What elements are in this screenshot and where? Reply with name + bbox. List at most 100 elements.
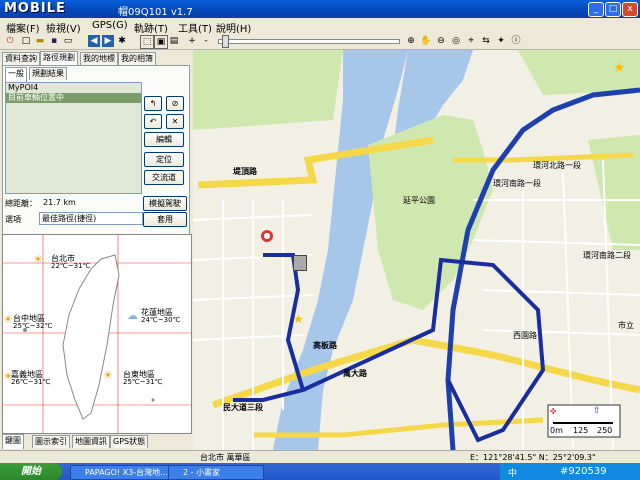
menu-view[interactable]: 檢視(V)	[46, 20, 81, 35]
route-option-select[interactable]: 最佳路徑(捷徑)	[39, 212, 143, 225]
map-canvas	[193, 50, 640, 450]
star-icon: ★	[613, 60, 626, 76]
tab-legend[interactable]: 鍵圖	[2, 434, 24, 449]
park-area	[193, 50, 343, 130]
taiwan-weather-map-svg	[3, 235, 191, 433]
weather-map: ☀ 台北市 22℃~31℃ ☀ 台中地區 25℃~32℃ ☁ 花蓮地區 24℃~…	[2, 234, 192, 434]
taskbar: 開始 PAPAGO! X3-台灣地... 2 - 小畫家 中 #920539	[0, 463, 640, 480]
weather-temp-taichung: 25℃~32℃	[13, 322, 53, 330]
road-label: 環河北路一段	[533, 161, 581, 170]
close-button[interactable]: x	[622, 2, 638, 17]
road-label: 環河南路一段	[493, 179, 541, 188]
title-bar: MOBILE 帽09Q101 v1.7 _ □ x	[0, 0, 640, 18]
apply-button[interactable]: 套用	[143, 212, 187, 227]
tab-general[interactable]: 一般	[5, 67, 27, 82]
sun-cloud-icon: ☀	[3, 313, 13, 326]
system-tray: 中 #920539	[500, 463, 640, 480]
route-icon[interactable]: ⇆	[480, 35, 492, 47]
distance-value: 21.7 km	[43, 198, 76, 207]
menu-bar: 檔案(F) 檢視(V) GPS(G) 軌跡(T) 工具(T) 說明(H)	[0, 18, 640, 35]
minimize-button[interactable]: _	[588, 2, 604, 17]
zoom-out-icon[interactable]: -	[200, 35, 212, 47]
taskbar-app-papago[interactable]: PAPAGO! X3-台灣地...	[70, 465, 178, 480]
u-turn-icon[interactable]: ↶	[144, 114, 162, 129]
sun-cloud-icon: ☀	[33, 253, 43, 266]
status-bar: 台北市 萬華區 E：121°28'41.5" N：25°2'09.3"	[0, 450, 640, 464]
menu-gps[interactable]: GPS(G)	[92, 20, 128, 31]
weather-temp-hualien: 24℃~30℃	[141, 316, 181, 324]
open-folder-icon[interactable]: ▬	[34, 35, 46, 47]
left-panel: 資料查詢 路徑規劃 我的地標 我的相簿 一般 規劃結果 MyPOI4 目前車輛位…	[0, 50, 192, 450]
zoom-in-icon[interactable]: +	[186, 35, 198, 47]
car-position-icon	[293, 255, 307, 271]
layer-icon[interactable]: ▣	[154, 35, 168, 49]
zoom-reset-icon[interactable]: ◎	[450, 35, 462, 47]
tab-my-album[interactable]: 我的相簿	[118, 52, 156, 65]
tab-my-landmarks[interactable]: 我的地標	[80, 52, 118, 65]
edit-button[interactable]: 編輯	[144, 132, 184, 147]
no-turn-icon[interactable]: ⊘	[166, 96, 184, 111]
menu-track[interactable]: 軌跡(T)	[134, 20, 168, 35]
sun-cloud-icon: ☀	[103, 369, 113, 382]
ime-lang-indicator[interactable]: 中	[508, 466, 517, 479]
poi-list[interactable]: MyPOI4 目前車輛位置中	[5, 82, 142, 194]
info-icon[interactable]: ⓘ	[510, 35, 522, 47]
scale-mid: 125	[573, 426, 589, 435]
cloud-icon: ☁	[127, 309, 138, 322]
zoom-in-tool-icon[interactable]: ⊕	[405, 35, 417, 47]
start-button[interactable]: 開始	[0, 463, 62, 480]
taskbar-app-paint[interactable]: 2 - 小畫家	[168, 465, 264, 480]
menu-help[interactable]: 說明(H)	[216, 20, 251, 35]
tab-search[interactable]: 資料查詢	[2, 52, 40, 65]
road-label: 環河南路二段	[583, 251, 631, 260]
compass-icon[interactable]: ✦	[495, 35, 507, 47]
menu-file[interactable]: 檔案(F)	[6, 20, 40, 35]
forward-icon[interactable]: ▶	[102, 35, 114, 47]
road-label: 民大道三段	[223, 403, 263, 412]
map-view[interactable]: 堤頂路 環河北路一段 環河南路一段 延平公園 萬大路 高板路 民大道三段 西園路…	[193, 50, 640, 450]
zoom-slider-thumb[interactable]	[222, 35, 229, 48]
simulate-drive-button[interactable]: 模擬駕駛	[143, 196, 187, 211]
weather-temp-taitung: 25℃~31℃	[123, 378, 163, 386]
road-label: 西園路	[513, 331, 537, 340]
tab-map-info[interactable]: 地圖資訊	[72, 435, 110, 448]
watermark-text: #920539	[560, 466, 607, 477]
tab-plan-result[interactable]: 規劃結果	[29, 67, 67, 80]
interchange-button[interactable]: 交流道	[144, 170, 184, 185]
new-file-icon[interactable]: □	[20, 35, 32, 47]
taiwan-island-shape	[62, 254, 120, 420]
list-item[interactable]: MyPOI4	[6, 83, 141, 93]
select-icon[interactable]: ⬚	[140, 35, 154, 49]
save-icon[interactable]: ▪	[48, 35, 60, 47]
app-logo: MOBILE	[4, 1, 66, 16]
locate-button[interactable]: 定位	[144, 152, 184, 167]
tab-gps-status[interactable]: GPS狀態	[110, 435, 149, 448]
distance-label: 總距離：	[5, 199, 37, 208]
tab-icon-index[interactable]: 圖示索引	[32, 435, 70, 448]
weather-temp-chiayi: 26℃~31℃	[11, 378, 51, 386]
road-label: 高板路	[313, 341, 337, 350]
zoom-slider[interactable]	[218, 39, 400, 44]
compass-icon: ✜	[550, 407, 557, 416]
maximize-button[interactable]: □	[605, 2, 621, 17]
place-label: 延平公園	[403, 196, 435, 205]
power-icon[interactable]: ⏻	[4, 35, 16, 47]
measure-icon[interactable]: ⌖	[465, 35, 477, 47]
back-icon[interactable]: ◀	[88, 35, 100, 47]
destination-marker-icon[interactable]: ●	[261, 230, 273, 242]
menu-tools[interactable]: 工具(T)	[178, 20, 212, 35]
settings-icon[interactable]: ✱	[116, 35, 128, 47]
option-label: 選項	[5, 215, 21, 224]
print-icon[interactable]: ▭	[62, 35, 74, 47]
tab-route-planning[interactable]: 路徑規劃	[40, 51, 78, 66]
list-item[interactable]: 目前車輛位置中	[6, 93, 141, 103]
delete-icon[interactable]: ✕	[166, 114, 184, 129]
scale-end: 250	[597, 426, 613, 435]
pan-hand-icon[interactable]: ✋	[420, 35, 432, 47]
road-label: 萬大路	[343, 369, 367, 378]
turn-left-icon[interactable]: ↰	[144, 96, 162, 111]
north-arrow-icon: ⇧	[593, 406, 601, 416]
scale-start: 0m	[550, 426, 563, 435]
image-icon[interactable]: ▤	[168, 35, 180, 47]
zoom-out-tool-icon[interactable]: ⊖	[435, 35, 447, 47]
